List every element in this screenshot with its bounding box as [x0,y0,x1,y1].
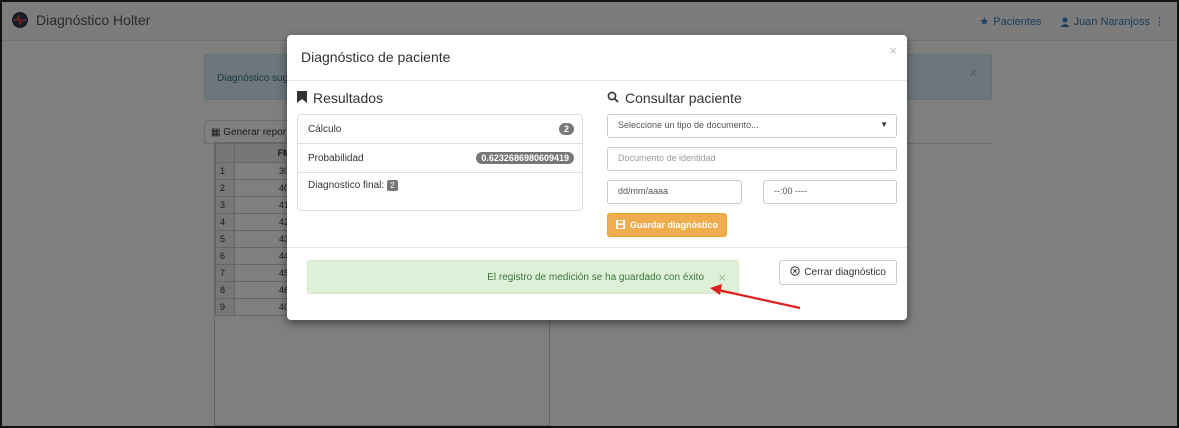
bookmark-icon [297,90,307,106]
modal-header: Diagnóstico de paciente × [287,35,907,81]
document-type-selected: Seleccione un tipo de documento... [618,120,759,130]
calculo-badge: 2 [558,123,574,135]
diagnosis-modal: Diagnóstico de paciente × Resultados Cál… [287,35,907,320]
list-item: Cálculo 2 [298,115,582,144]
modal-footer: El registro de medición se ha guardado c… [287,247,907,321]
date-input[interactable]: dd/mm/aaaa [607,180,742,204]
success-message: El registro de medición se ha guardado c… [487,272,704,283]
probabilidad-badge: 0.6232686980609419 [476,152,574,164]
document-id-placeholder: Documento de identidad [618,153,716,163]
consult-heading: Consultar paciente [607,90,897,106]
success-alert: El registro de medición se ha guardado c… [307,260,739,294]
results-heading-label: Resultados [313,90,384,106]
save-diagnosis-button[interactable]: Guardar diagnóstico [607,213,728,237]
diagnostico-final-label: Diagnostico final: [308,180,385,191]
modal-close-button[interactable]: × [889,43,897,58]
probabilidad-label: Probabilidad [308,152,364,164]
consult-heading-label: Consultar paciente [625,90,742,106]
close-diagnosis-label: Cerrar diagnóstico [804,267,886,278]
time-placeholder: --:00 ---- [774,186,807,196]
save-diagnosis-label: Guardar diagnóstico [630,220,719,230]
results-section: Resultados Cálculo 2 Probabilidad 0.6232… [297,90,583,211]
datetime-row: dd/mm/aaaa --:00 ---- [607,180,897,213]
chevron-down-icon: ▼ [880,120,888,129]
time-input[interactable]: --:00 ---- [763,180,897,204]
floppy-disk-icon [616,219,625,231]
document-type-select[interactable]: Seleccione un tipo de documento... ▼ [607,114,897,138]
annotation-arrow-icon [710,284,801,310]
results-list: Cálculo 2 Probabilidad 0.623268698060941… [297,114,583,211]
list-item: Diagnostico final: 2 [298,173,582,210]
diagnostico-final-value: 2 [387,180,398,191]
modal-title: Diagnóstico de paciente [301,49,451,65]
date-placeholder: dd/mm/aaaa [618,186,669,196]
circle-close-icon [790,266,800,279]
consult-section: Consultar paciente Seleccione un tipo de… [607,90,897,237]
document-id-input[interactable]: Documento de identidad [607,147,897,171]
list-item: Probabilidad 0.6232686980609419 [298,144,582,173]
results-heading: Resultados [297,90,583,106]
calculo-label: Cálculo [308,123,342,135]
search-icon [607,90,619,106]
